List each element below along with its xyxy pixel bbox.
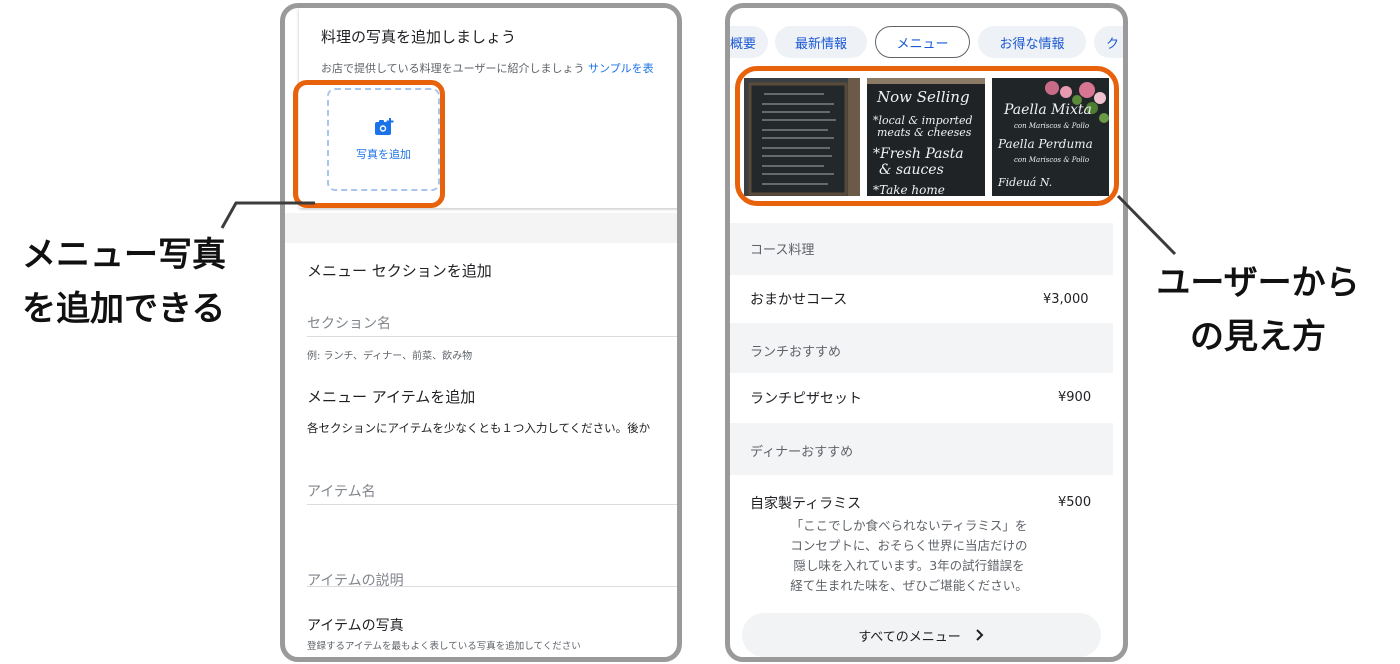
left-callout-line [220,201,315,229]
right-callout-line [1116,194,1177,256]
callout-line: ユーザーから [1156,263,1360,303]
left-callout-text: メニュー写真 を追加できる [22,228,226,336]
callout-line: メニュー写真 [22,235,226,275]
right-callout-text: ユーザーから の見え方 [1143,256,1373,364]
callout-line: の見え方 [1190,317,1326,357]
callout-line: を追加できる [22,289,226,329]
